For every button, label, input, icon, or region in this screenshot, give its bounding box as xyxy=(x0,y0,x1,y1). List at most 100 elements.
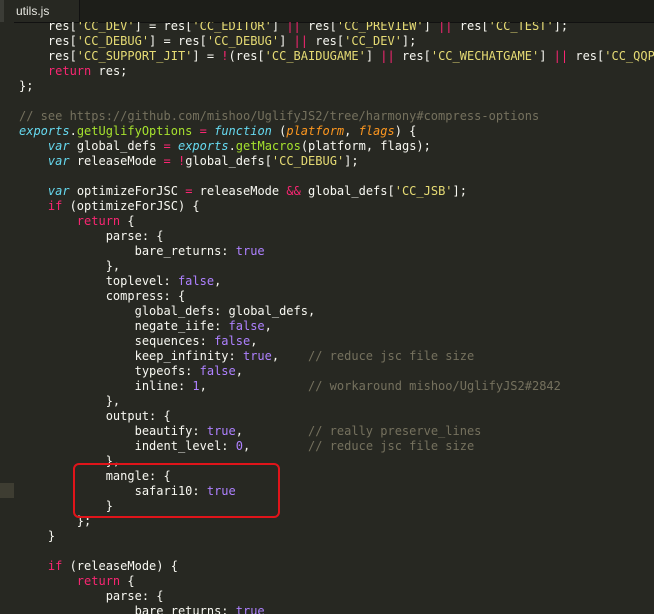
code-token: res[ xyxy=(568,49,605,63)
code-line: inline: 1, // workaround mishoo/UglifyJS… xyxy=(19,379,654,394)
code-token: true xyxy=(206,424,236,438)
code-token: releaseMode xyxy=(69,154,164,168)
code-line: if (optimizeForJSC) { xyxy=(19,199,654,214)
code-line: return { xyxy=(19,574,654,589)
editor-gutter xyxy=(0,22,14,614)
code-token: ! xyxy=(221,49,229,63)
code-token: true xyxy=(242,349,272,363)
code-token: if xyxy=(47,559,63,573)
code-token: 'CC_JSB' xyxy=(394,184,453,198)
code-token: 0 xyxy=(235,439,243,453)
code-token: platform xyxy=(286,124,345,138)
code-line: typeofs: false, xyxy=(19,364,654,379)
code-token: ] xyxy=(423,22,439,33)
code-token: ]; xyxy=(401,34,417,48)
code-token: . xyxy=(228,139,236,153)
code-token: return xyxy=(76,574,121,588)
code-token: 'CC_EDITOR' xyxy=(192,22,272,33)
code-line: parse: { xyxy=(19,229,654,244)
code-token: { xyxy=(120,214,135,228)
code-lines: res['CC_DEV'] = res['CC_EDITOR'] || res[… xyxy=(19,22,654,614)
current-line-marker xyxy=(0,483,14,498)
code-token: true xyxy=(235,244,265,258)
code-token: exports xyxy=(177,139,229,153)
code-line: bare_returns: true xyxy=(19,244,654,259)
code-token: } xyxy=(19,529,56,543)
code-token: true xyxy=(235,604,265,614)
code-token: // see https://github.com/mishoo/UglifyJ… xyxy=(19,109,540,123)
code-token: , xyxy=(344,124,359,138)
code-token: beautify: xyxy=(19,424,207,438)
code-token: }; xyxy=(19,79,34,93)
code-token: getMacros xyxy=(235,139,301,153)
code-token: || xyxy=(438,22,453,33)
code-token: false xyxy=(199,364,236,378)
code-token: res[ xyxy=(394,49,431,63)
code-token: if xyxy=(47,199,63,213)
code-editor[interactable]: res['CC_DEV'] = res['CC_EDITOR'] || res[… xyxy=(0,22,654,614)
code-token: 'CC_TEST' xyxy=(488,22,554,33)
code-token: 'CC_SUPPORT_JIT' xyxy=(76,49,193,63)
code-token: typeofs: xyxy=(19,364,200,378)
code-line: res['CC_DEBUG'] = res['CC_DEBUG'] || res… xyxy=(19,34,654,49)
code-token: bare_returns: xyxy=(19,604,236,614)
code-token: 'CC_DEBUG' xyxy=(206,34,280,48)
code-token: 'CC_DEV' xyxy=(76,22,135,33)
code-token: ] xyxy=(279,34,294,48)
code-token: 'CC_QQPLAY xyxy=(604,49,654,63)
code-line: compress: { xyxy=(19,289,654,304)
code-line: parse: { xyxy=(19,589,654,604)
code-token: // workaround mishoo/UglifyJS2#2842 xyxy=(308,379,561,393)
code-token: ]; xyxy=(344,154,359,168)
code-token: ] xyxy=(271,22,287,33)
code-token: , xyxy=(242,439,309,453)
code-token: // really preserve_lines xyxy=(308,424,482,438)
code-line: }, xyxy=(19,259,654,274)
code-token: output: { xyxy=(19,409,171,423)
code-line: output: { xyxy=(19,409,654,424)
code-line: var global_defs = exports.getMacros(plat… xyxy=(19,139,654,154)
code-token: var xyxy=(47,154,70,168)
code-token: flags xyxy=(358,124,395,138)
code-token: }, xyxy=(19,394,121,408)
code-token: global_defs xyxy=(69,139,164,153)
code-token: ] xyxy=(365,49,381,63)
tab-bar: utils.js xyxy=(0,0,654,23)
code-line: } xyxy=(19,529,654,544)
code-token: (releaseMode) { xyxy=(62,559,178,573)
code-line: toplevel: false, xyxy=(19,274,654,289)
code-token: 'CC_DEBUG' xyxy=(271,154,345,168)
tab-utils-js[interactable]: utils.js xyxy=(0,0,80,22)
code-token: global_defs[ xyxy=(185,154,272,168)
code-token: ] = res[ xyxy=(134,22,193,33)
code-token: , xyxy=(235,424,308,438)
code-token: compress: { xyxy=(19,289,186,303)
code-token: 'CC_DEV' xyxy=(344,34,402,48)
code-token: return xyxy=(76,214,121,228)
code-token: ] = res[ xyxy=(149,34,207,48)
code-token: inline: xyxy=(19,379,193,393)
code-token: , xyxy=(199,379,308,393)
code-token: releaseMode xyxy=(192,184,287,198)
code-token: keep_infinity: xyxy=(19,349,243,363)
code-token: global_defs[ xyxy=(300,184,395,198)
code-token: 1 xyxy=(192,379,200,393)
code-line: indent_level: 0, // reduce jsc file size xyxy=(19,439,654,454)
code-token: res[ xyxy=(452,22,489,33)
code-token: // reduce jsc file size xyxy=(308,439,475,453)
code-token: // reduce jsc file size xyxy=(308,349,475,363)
code-token: , xyxy=(214,274,222,288)
code-token: , xyxy=(271,349,308,363)
code-token: res; xyxy=(91,64,128,78)
code-token: (optimizeForJSC) { xyxy=(62,199,200,213)
code-line: res['CC_DEV'] = res['CC_EDITOR'] || res[… xyxy=(19,22,654,34)
code-token: }, xyxy=(19,259,121,273)
